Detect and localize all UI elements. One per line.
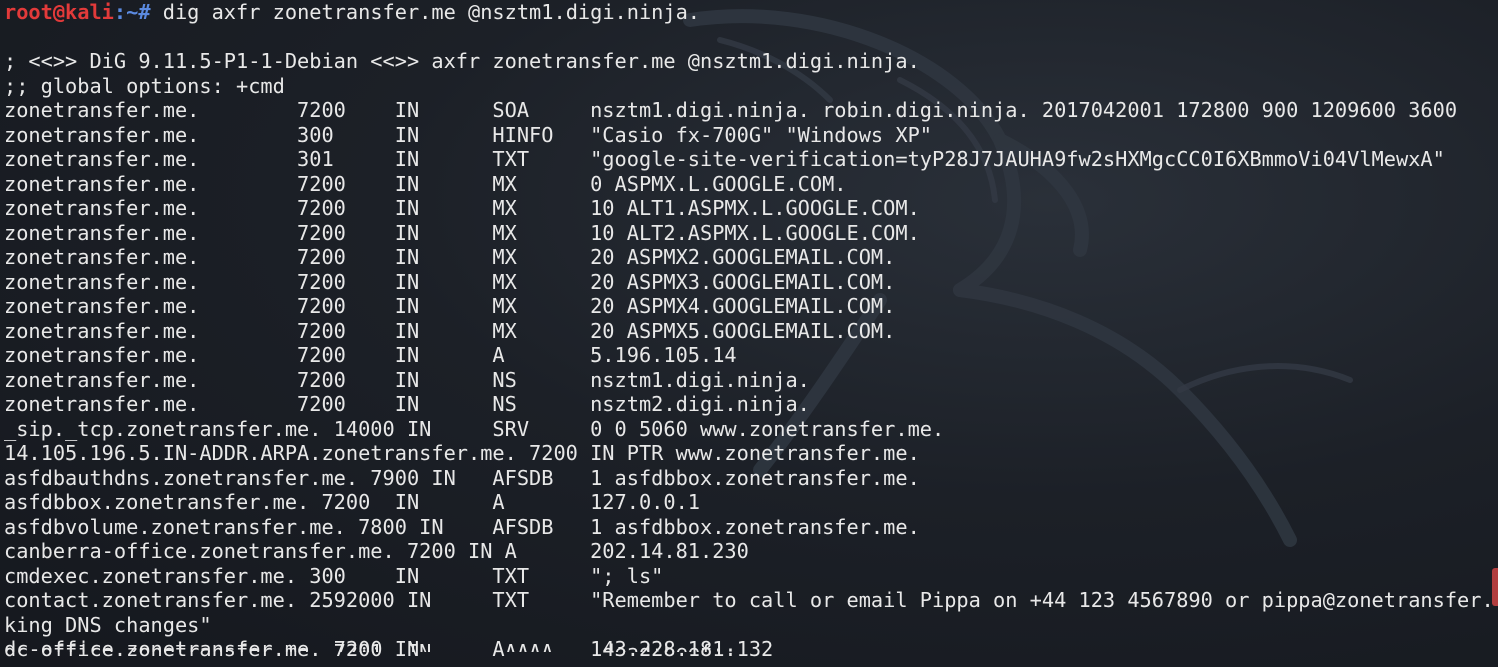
output-line: zonetransfer.me. 7200 IN A 5.196.105.14 <box>4 343 737 367</box>
output-line: 14.105.196.5.IN-ADDR.ARPA.zonetransfer.m… <box>4 441 920 465</box>
output-line: zonetransfer.me. 7200 IN MX 10 ALT2.ASPM… <box>4 220 920 245</box>
output-line: zonetransfer.me. 7200 IN NS nsztm2.digi.… <box>4 392 810 416</box>
output-line: ;; global options: +cmd <box>4 73 285 98</box>
output-line: asfdbvolume.zonetransfer.me. 7800 IN AFS… <box>4 514 920 539</box>
output-line: zonetransfer.me. 300 IN HINFO "Casio fx-… <box>4 122 932 147</box>
terminal-window[interactable]: root@kali:~# dig axfr zonetransfer.me @n… <box>0 0 1498 667</box>
output-line: zonetransfer.me. 7200 IN MX 20 ASPMX4.GO… <box>4 294 896 318</box>
prompt-separator: :~# <box>113 0 163 24</box>
output-line: asfdbauthdns.zonetransfer.me. 7900 IN AF… <box>4 465 920 490</box>
output-line: zonetransfer.me. 301 IN TXT "google-site… <box>4 147 1445 171</box>
prompt-user-host: root@kali <box>4 0 114 24</box>
output-line: ; <<>> DiG 9.11.5-P1-1-Debian <<>> axfr … <box>4 49 920 73</box>
output-line: canberra-office.zonetransfer.me. 7200 IN… <box>4 539 749 563</box>
output-line: zonetransfer.me. 7200 IN MX 0 ASPMX.L.GO… <box>4 171 847 196</box>
command-text: dig axfr zonetransfer.me @nsztm1.digi.ni… <box>162 0 701 24</box>
output-line: _sip._tcp.zonetransfer.me. 14000 IN SRV … <box>4 416 945 441</box>
output-line: zonetransfer.me. 7200 IN MX 20 ASPMX3.GO… <box>4 269 896 294</box>
output-line: zonetransfer.me. 7200 IN MX 20 ASPMX5.GO… <box>4 318 896 343</box>
output-line: zonetransfer.me. 7200 IN MX 20 ASPMX2.GO… <box>4 245 896 269</box>
output-line: contact.zonetransfer.me. 2592000 IN TXT … <box>4 588 1494 612</box>
output-line: zonetransfer.me. 7200 IN NS nsztm1.digi.… <box>4 367 810 392</box>
command-prompt-line: root@kali:~# dig axfr zonetransfer.me @n… <box>4 0 1498 25</box>
output-line: asfdbbox.zonetransfer.me. 7200 IN A 127.… <box>4 490 700 514</box>
cursor-edge-marker <box>1492 568 1498 606</box>
output-line: zonetransfer.me. 7200 IN MX 10 ALT1.ASPM… <box>4 196 920 220</box>
output-line: king DNS changes" <box>4 612 212 637</box>
output-line: cmdexec.zonetransfer.me. 300 IN TXT "; l… <box>4 563 664 588</box>
terminal-output: root@kali:~# dig axfr zonetransfer.me @n… <box>4 0 1498 662</box>
output-line: zonetransfer.me. 7200 IN SOA nsztm1.digi… <box>4 98 1458 122</box>
